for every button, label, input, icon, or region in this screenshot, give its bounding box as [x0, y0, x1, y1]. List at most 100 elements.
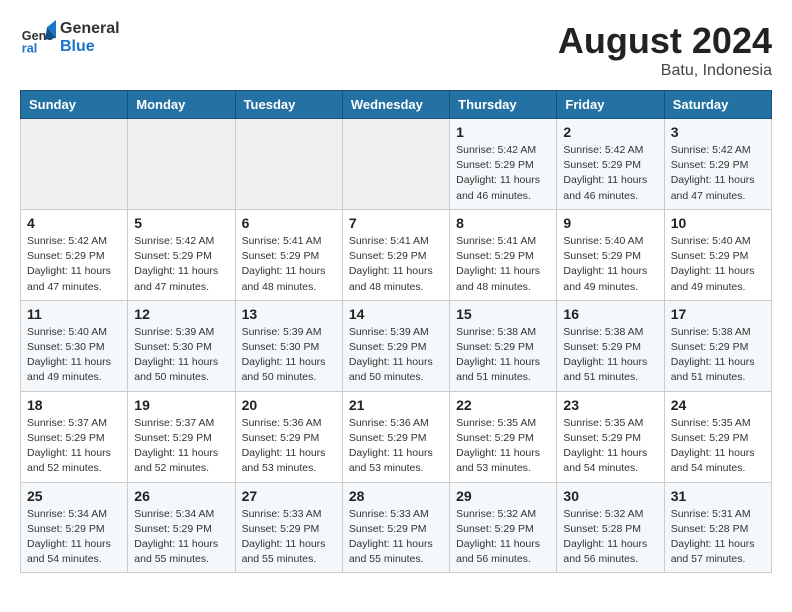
day-info: Sunrise: 5:42 AM Sunset: 5:29 PM Dayligh…	[563, 143, 657, 204]
day-number: 11	[27, 306, 121, 322]
day-info: Sunrise: 5:32 AM Sunset: 5:28 PM Dayligh…	[563, 507, 657, 568]
day-info: Sunrise: 5:40 AM Sunset: 5:29 PM Dayligh…	[563, 234, 657, 295]
calendar-cell: 8 Sunrise: 5:41 AM Sunset: 5:29 PM Daylig…	[450, 209, 557, 300]
day-info: Sunrise: 5:33 AM Sunset: 5:29 PM Dayligh…	[349, 507, 443, 568]
day-number: 25	[27, 488, 121, 504]
day-number: 20	[242, 397, 336, 413]
title-section: August 2024 Batu, Indonesia	[558, 20, 772, 80]
day-number: 26	[134, 488, 228, 504]
calendar-cell: 1 Sunrise: 5:42 AM Sunset: 5:29 PM Daylig…	[450, 119, 557, 210]
day-number: 23	[563, 397, 657, 413]
calendar-cell: 21 Sunrise: 5:36 AM Sunset: 5:29 PM Dayli…	[342, 391, 449, 482]
day-number: 1	[456, 124, 550, 140]
day-number: 5	[134, 215, 228, 231]
calendar-cell: 7 Sunrise: 5:41 AM Sunset: 5:29 PM Daylig…	[342, 209, 449, 300]
calendar-cell: 11Sunrise: 5:40 AM Sunset: 5:30 PM Dayli…	[21, 300, 128, 391]
calendar-cell: 22 Sunrise: 5:35 AM Sunset: 5:29 PM Dayli…	[450, 391, 557, 482]
calendar-cell: 31Sunrise: 5:31 AM Sunset: 5:28 PM Dayli…	[664, 482, 771, 573]
day-number: 24	[671, 397, 765, 413]
header-row: SundayMondayTuesdayWednesdayThursdayFrid…	[21, 91, 772, 119]
calendar-cell: 12Sunrise: 5:39 AM Sunset: 5:30 PM Dayli…	[128, 300, 235, 391]
day-info: Sunrise: 5:41 AM Sunset: 5:29 PM Dayligh…	[456, 234, 550, 295]
header-cell-thursday: Thursday	[450, 91, 557, 119]
week-row: 25 Sunrise: 5:34 AM Sunset: 5:29 PM Dayli…	[21, 482, 772, 573]
logo: Gene ral General Blue	[20, 20, 120, 56]
calendar-cell	[235, 119, 342, 210]
day-number: 22	[456, 397, 550, 413]
day-number: 19	[134, 397, 228, 413]
calendar-cell: 27 Sunrise: 5:33 AM Sunset: 5:29 PM Dayli…	[235, 482, 342, 573]
calendar-cell: 26 Sunrise: 5:34 AM Sunset: 5:29 PM Dayli…	[128, 482, 235, 573]
page-header: Gene ral General Blue August 2024 Batu, …	[20, 20, 772, 80]
day-number: 17	[671, 306, 765, 322]
calendar-cell: 9 Sunrise: 5:40 AM Sunset: 5:29 PM Daylig…	[557, 209, 664, 300]
calendar-cell: 30 Sunrise: 5:32 AM Sunset: 5:28 PM Dayli…	[557, 482, 664, 573]
day-info: Sunrise: 5:42 AM Sunset: 5:29 PM Dayligh…	[456, 143, 550, 204]
logo-icon: Gene ral	[20, 20, 56, 56]
day-number: 30	[563, 488, 657, 504]
calendar-cell: 16Sunrise: 5:38 AM Sunset: 5:29 PM Dayli…	[557, 300, 664, 391]
day-number: 27	[242, 488, 336, 504]
day-number: 2	[563, 124, 657, 140]
calendar-cell: 3Sunrise: 5:42 AM Sunset: 5:29 PM Daylig…	[664, 119, 771, 210]
calendar-cell: 14 Sunrise: 5:39 AM Sunset: 5:29 PM Dayli…	[342, 300, 449, 391]
week-row: 4 Sunrise: 5:42 AM Sunset: 5:29 PM Daylig…	[21, 209, 772, 300]
day-info: Sunrise: 5:36 AM Sunset: 5:29 PM Dayligh…	[349, 416, 443, 477]
logo-general: General	[60, 20, 120, 38]
calendar-cell: 2 Sunrise: 5:42 AM Sunset: 5:29 PM Daylig…	[557, 119, 664, 210]
calendar-cell: 23 Sunrise: 5:35 AM Sunset: 5:29 PM Dayli…	[557, 391, 664, 482]
day-number: 7	[349, 215, 443, 231]
calendar-cell: 18Sunrise: 5:37 AM Sunset: 5:29 PM Dayli…	[21, 391, 128, 482]
day-number: 4	[27, 215, 121, 231]
day-info: Sunrise: 5:38 AM Sunset: 5:29 PM Dayligh…	[671, 325, 765, 386]
day-info: Sunrise: 5:39 AM Sunset: 5:29 PM Dayligh…	[349, 325, 443, 386]
day-info: Sunrise: 5:40 AM Sunset: 5:29 PM Dayligh…	[671, 234, 765, 295]
day-info: Sunrise: 5:38 AM Sunset: 5:29 PM Dayligh…	[563, 325, 657, 386]
day-info: Sunrise: 5:35 AM Sunset: 5:29 PM Dayligh…	[456, 416, 550, 477]
header-cell-monday: Monday	[128, 91, 235, 119]
day-info: Sunrise: 5:34 AM Sunset: 5:29 PM Dayligh…	[134, 507, 228, 568]
day-number: 9	[563, 215, 657, 231]
calendar-cell	[21, 119, 128, 210]
calendar-cell: 28 Sunrise: 5:33 AM Sunset: 5:29 PM Dayli…	[342, 482, 449, 573]
header-cell-sunday: Sunday	[21, 91, 128, 119]
logo-blue: Blue	[60, 38, 120, 56]
day-number: 21	[349, 397, 443, 413]
calendar-cell: 19Sunrise: 5:37 AM Sunset: 5:29 PM Dayli…	[128, 391, 235, 482]
calendar-cell: 29 Sunrise: 5:32 AM Sunset: 5:29 PM Dayli…	[450, 482, 557, 573]
day-info: Sunrise: 5:39 AM Sunset: 5:30 PM Dayligh…	[134, 325, 228, 386]
svg-text:ral: ral	[22, 41, 37, 55]
day-info: Sunrise: 5:32 AM Sunset: 5:29 PM Dayligh…	[456, 507, 550, 568]
calendar-cell: 20Sunrise: 5:36 AM Sunset: 5:29 PM Dayli…	[235, 391, 342, 482]
calendar-table: SundayMondayTuesdayWednesdayThursdayFrid…	[20, 90, 772, 573]
day-number: 14	[349, 306, 443, 322]
day-number: 15	[456, 306, 550, 322]
day-info: Sunrise: 5:42 AM Sunset: 5:29 PM Dayligh…	[671, 143, 765, 204]
day-number: 29	[456, 488, 550, 504]
day-info: Sunrise: 5:41 AM Sunset: 5:29 PM Dayligh…	[242, 234, 336, 295]
day-info: Sunrise: 5:37 AM Sunset: 5:29 PM Dayligh…	[27, 416, 121, 477]
calendar-cell: 6 Sunrise: 5:41 AM Sunset: 5:29 PM Daylig…	[235, 209, 342, 300]
day-info: Sunrise: 5:38 AM Sunset: 5:29 PM Dayligh…	[456, 325, 550, 386]
week-row: 11Sunrise: 5:40 AM Sunset: 5:30 PM Dayli…	[21, 300, 772, 391]
header-cell-saturday: Saturday	[664, 91, 771, 119]
month-title: August 2024	[558, 20, 772, 62]
day-info: Sunrise: 5:35 AM Sunset: 5:29 PM Dayligh…	[563, 416, 657, 477]
logo-text: General Blue	[60, 20, 120, 55]
day-number: 8	[456, 215, 550, 231]
day-number: 28	[349, 488, 443, 504]
day-info: Sunrise: 5:42 AM Sunset: 5:29 PM Dayligh…	[27, 234, 121, 295]
calendar-cell: 13Sunrise: 5:39 AM Sunset: 5:30 PM Dayli…	[235, 300, 342, 391]
day-info: Sunrise: 5:41 AM Sunset: 5:29 PM Dayligh…	[349, 234, 443, 295]
day-number: 6	[242, 215, 336, 231]
day-number: 31	[671, 488, 765, 504]
header-cell-friday: Friday	[557, 91, 664, 119]
calendar-cell: 24Sunrise: 5:35 AM Sunset: 5:29 PM Dayli…	[664, 391, 771, 482]
calendar-cell	[342, 119, 449, 210]
calendar-cell: 17 Sunrise: 5:38 AM Sunset: 5:29 PM Dayli…	[664, 300, 771, 391]
calendar-cell: 5Sunrise: 5:42 AM Sunset: 5:29 PM Daylig…	[128, 209, 235, 300]
week-row: 1 Sunrise: 5:42 AM Sunset: 5:29 PM Daylig…	[21, 119, 772, 210]
calendar-header: SundayMondayTuesdayWednesdayThursdayFrid…	[21, 91, 772, 119]
calendar-cell: 10Sunrise: 5:40 AM Sunset: 5:29 PM Dayli…	[664, 209, 771, 300]
day-info: Sunrise: 5:33 AM Sunset: 5:29 PM Dayligh…	[242, 507, 336, 568]
